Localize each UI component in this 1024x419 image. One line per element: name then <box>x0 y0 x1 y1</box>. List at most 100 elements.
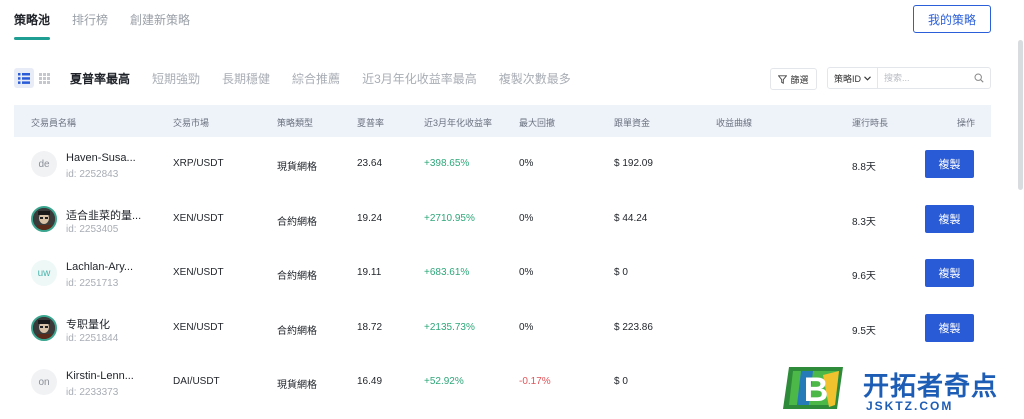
col-market: 交易市場 <box>173 118 210 128</box>
trader-id: id: 2253405 <box>66 224 119 235</box>
market-cell: DAI/USDT <box>173 376 220 387</box>
sort-tabs: 夏普率最高 短期強勁 長期穩健 綜合推薦 近3月年化收益率最高 複製次數最多 <box>70 70 593 87</box>
drawdown-cell: 0% <box>519 322 534 333</box>
trader-id: id: 2251713 <box>66 278 119 289</box>
scrollbar[interactable] <box>1018 40 1023 190</box>
type-cell: 現貨網格 <box>277 380 317 391</box>
filter-button[interactable]: 篩選 <box>770 68 817 90</box>
sort-tab-most-copied[interactable]: 複製次數最多 <box>499 70 571 87</box>
sort-tab-3m-return[interactable]: 近3月年化收益率最高 <box>362 70 477 87</box>
col-type: 策略類型 <box>277 118 314 128</box>
col-trader: 交易員名稱 <box>31 118 77 128</box>
table-row: uw Lachlan-Ary... id: 2251713 XEN/USDT 合… <box>14 246 991 300</box>
funds-cell: $ 223.86 <box>614 322 653 333</box>
avatar: on <box>31 369 57 395</box>
type-cell: 合約網格 <box>277 326 317 337</box>
top-tabs: 策略池 排行榜 創建新策略 <box>14 0 212 40</box>
col-copy-funds: 跟單資金 <box>614 118 651 128</box>
brand-logo-icon: B <box>783 367 843 409</box>
funds-cell: $ 192.09 <box>614 158 653 169</box>
col-runtime: 運行時長 <box>852 118 889 128</box>
avatar-portrait-icon <box>33 317 55 339</box>
view-toggle <box>14 68 54 88</box>
type-cell: 合約網格 <box>277 271 317 282</box>
type-cell: 合約網格 <box>277 217 317 228</box>
market-cell: XRP/USDT <box>173 158 224 169</box>
avatar <box>31 206 57 232</box>
search-box: 策略ID <box>827 67 991 89</box>
market-cell: XEN/USDT <box>173 267 224 278</box>
return-cell: +52.92% <box>424 376 464 387</box>
sharpe-cell: 18.72 <box>357 322 383 333</box>
search-input[interactable] <box>878 68 968 88</box>
copy-button[interactable]: 複製 <box>925 150 974 178</box>
copy-button[interactable]: 複製 <box>925 314 974 342</box>
table-header: 交易員名稱 交易市場 策略類型 夏普率 近3月年化收益率 最大回撤 跟單資金 收… <box>14 105 991 137</box>
trader-id: id: 2252843 <box>66 169 119 180</box>
search-icon[interactable] <box>968 73 990 83</box>
trader-name[interactable]: Haven-Susa... <box>66 152 144 164</box>
search-type-select[interactable]: 策略ID <box>828 68 878 88</box>
tab-strategy-pool[interactable]: 策略池 <box>14 0 51 40</box>
return-cell: +2710.95% <box>424 213 475 224</box>
return-cell: +683.61% <box>424 267 470 278</box>
col-profit-curve: 收益曲線 <box>716 118 753 128</box>
avatar: de <box>31 151 57 177</box>
table-row: 适合韭菜的量... id: 2253405 XEN/USDT 合約網格 19.2… <box>14 192 991 246</box>
funds-cell: $ 44.24 <box>614 213 648 224</box>
list-view-icon[interactable] <box>14 68 34 88</box>
table-row: 专职量化 id: 2251844 XEN/USDT 合約網格 18.72 +21… <box>14 301 991 355</box>
watermark-text: 开拓者奇点 <box>863 371 999 401</box>
col-action: 操作 <box>957 118 976 128</box>
return-cell: +398.65% <box>424 158 470 169</box>
trader-id: id: 2251844 <box>66 333 119 344</box>
table-row: de Haven-Susa... id: 2252843 XRP/USDT 現貨… <box>14 137 991 191</box>
drawdown-cell: 0% <box>519 267 534 278</box>
grid-view-icon[interactable] <box>34 68 54 88</box>
runtime-cell: 8.8天 <box>852 162 876 173</box>
sort-tab-long-term[interactable]: 長期穩健 <box>222 70 270 87</box>
trader-name[interactable]: Lachlan-Ary... <box>66 261 144 273</box>
trader-name[interactable]: 专职量化 <box>66 316 144 332</box>
type-cell: 現貨網格 <box>277 162 317 173</box>
filter-label: 篩選 <box>790 74 809 85</box>
trader-name[interactable]: Kirstin-Lenn... <box>66 370 144 382</box>
tab-leaderboard[interactable]: 排行榜 <box>72 0 108 40</box>
runtime-cell: 9.6天 <box>852 271 876 282</box>
drawdown-cell: 0% <box>519 158 534 169</box>
copy-button[interactable]: 複製 <box>925 205 974 233</box>
sharpe-cell: 23.64 <box>357 158 383 169</box>
watermark: B 开拓者奇点 JSKTZ.COM <box>783 363 1024 419</box>
sharpe-cell: 16.49 <box>357 376 383 387</box>
filter-icon <box>778 74 788 84</box>
sort-tab-short-term[interactable]: 短期強勁 <box>152 70 200 87</box>
return-cell: +2135.73% <box>424 322 475 333</box>
col-3m-return: 近3月年化收益率 <box>424 118 493 128</box>
trader-id: id: 2233373 <box>66 387 119 398</box>
drawdown-cell: 0% <box>519 213 534 224</box>
sharpe-cell: 19.11 <box>357 267 382 278</box>
search-type-label: 策略ID <box>833 73 861 84</box>
sort-tab-recommended[interactable]: 綜合推薦 <box>292 70 340 87</box>
logo-letter: B <box>804 371 829 409</box>
avatar: uw <box>31 260 57 286</box>
chevron-down-icon <box>864 75 871 81</box>
my-strategy-button[interactable]: 我的策略 <box>913 5 991 33</box>
avatar-portrait-icon <box>33 208 55 230</box>
copy-button[interactable]: 複製 <box>925 259 974 287</box>
sort-tab-sharpe[interactable]: 夏普率最高 <box>70 70 130 87</box>
col-sharpe: 夏普率 <box>357 118 385 128</box>
funds-cell: $ 0 <box>614 376 628 387</box>
trader-name[interactable]: 适合韭菜的量... <box>66 207 144 223</box>
funds-cell: $ 0 <box>614 267 628 278</box>
watermark-url: JSKTZ.COM <box>866 399 954 413</box>
col-max-drawdown: 最大回撤 <box>519 118 556 128</box>
runtime-cell: 9.5天 <box>852 326 876 337</box>
tab-create-strategy[interactable]: 創建新策略 <box>130 0 190 40</box>
market-cell: XEN/USDT <box>173 213 224 224</box>
drawdown-cell: -0.17% <box>519 376 551 387</box>
market-cell: XEN/USDT <box>173 322 224 333</box>
runtime-cell: 8.3天 <box>852 217 876 228</box>
sharpe-cell: 19.24 <box>357 213 383 224</box>
avatar <box>31 315 57 341</box>
